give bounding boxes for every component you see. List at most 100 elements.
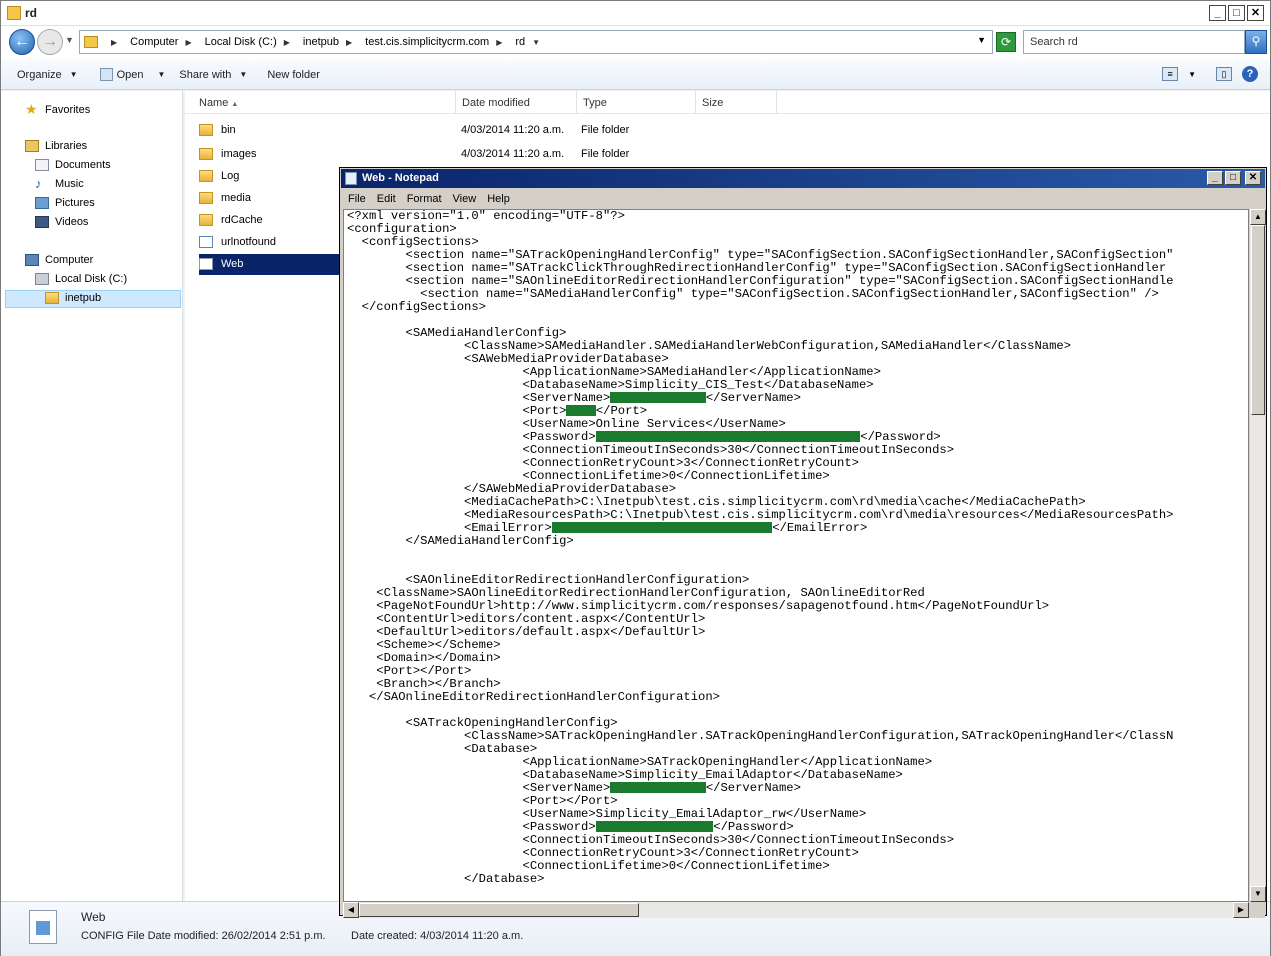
notepad-maximize-button[interactable]: □ [1225,171,1241,185]
notepad-title: Web - Notepad [362,172,439,184]
scroll-left-icon[interactable]: ◀ [343,902,359,918]
scroll-up-icon[interactable]: ▲ [1250,209,1266,225]
navigation-pane: ★ Favorites Libraries Documents ♪ Music Pi… [1,91,183,901]
horizontal-scroll-thumb[interactable] [359,903,639,917]
breadcrumb-rd[interactable]: rd ▼ [515,36,547,48]
folder-icon [7,6,21,20]
nav-videos[interactable]: Videos [35,216,88,228]
redaction-bar [610,782,706,794]
history-dropdown-icon[interactable]: ▼ [65,35,74,45]
scroll-right-icon[interactable]: ▶ [1233,902,1249,918]
folder-icon [199,124,213,136]
explorer-titlebar: rd _ □ ✕ [1,1,1270,26]
star-icon: ★ [25,101,38,117]
share-with-button[interactable]: Share with ▼ [179,69,247,81]
menu-file[interactable]: File [348,193,366,205]
breadcrumb-inetpub[interactable]: inetpub ▶ [303,36,359,48]
nav-music[interactable]: ♪ Music [35,177,84,190]
preview-pane-icon[interactable]: ▯ [1216,67,1232,81]
help-icon[interactable]: ? [1242,66,1258,82]
refresh-icon[interactable]: ⟳ [996,32,1016,52]
file-row[interactable]: images 4/03/2014 11:20 a.m. File folder [199,144,629,164]
vertical-scrollbar[interactable]: ▲ ▼ [1249,209,1266,902]
minimize-button[interactable]: _ [1209,5,1226,21]
nav-documents[interactable]: Documents [35,159,111,171]
notepad-minimize-button[interactable]: _ [1207,171,1223,185]
address-bar[interactable]: ▶ Computer ▶ Local Disk (C:) ▶ inetpub ▶ te… [79,30,993,54]
scroll-down-icon[interactable]: ▼ [1250,886,1266,902]
command-bar: Organize ▼ Open ▼ Share with ▼ New folder ≡… [1,60,1270,90]
details-file-name: Web [81,910,106,924]
view-dropdown-icon[interactable]: ▼ [1188,70,1196,79]
menu-view[interactable]: View [453,193,477,205]
breadcrumb-site[interactable]: test.cis.simplicitycrm.com ▶ [365,36,509,48]
redaction-bar [595,431,861,443]
view-options-icon[interactable]: ≡ [1162,67,1179,81]
breadcrumb-computer[interactable]: Computer ▶ [130,36,198,48]
breadcrumb-arrow[interactable]: ▶ [104,38,124,47]
file-row[interactable]: rdCache [199,210,263,230]
file-row-selected[interactable]: Web [199,254,243,274]
redaction-bar [610,392,706,404]
notepad-icon [345,172,357,185]
column-type[interactable]: Type [577,91,696,113]
new-folder-button[interactable]: New folder [267,69,320,81]
nav-local-disk[interactable]: Local Disk (C:) [35,273,127,285]
documents-icon [35,159,49,171]
search-icon[interactable]: ⚲ [1245,30,1267,54]
header-divider [185,113,1270,114]
window-controls: _ □ ✕ [1209,5,1264,21]
window-title: rd [25,6,37,20]
nav-inetpub[interactable]: inetpub [45,292,101,304]
file-row[interactable]: bin 4/03/2014 11:20 a.m. File folder [199,120,629,140]
menu-format[interactable]: Format [407,193,442,205]
menu-help[interactable]: Help [487,193,510,205]
open-button[interactable]: Open ▼ [99,68,165,81]
search-input[interactable]: Search rd [1023,30,1245,54]
details-date-created: Date created: 4/03/2014 11:20 a.m. [351,930,524,942]
address-dropdown-icon[interactable]: ▼ [977,35,986,45]
vertical-scroll-thumb[interactable] [1251,225,1265,415]
folder-icon [199,148,213,160]
config-file-icon [29,910,57,944]
notepad-line: </SAOnlineEditorRedirectionHandlerConfig… [347,690,720,704]
file-row[interactable]: urlnotfound [199,232,276,252]
nav-pictures[interactable]: Pictures [35,197,95,209]
folder-icon [199,170,213,182]
file-row[interactable]: media [199,188,251,208]
config-file-icon [199,258,213,270]
notepad-line: <configuration> [347,222,457,236]
column-name[interactable]: Name ▲ [193,91,456,113]
computer-icon [25,254,39,266]
folder-icon [199,192,213,204]
notepad-text-area[interactable]: <?xml version="1.0" encoding="UTF-8"?> <c… [343,209,1249,902]
redaction-bar [595,821,714,833]
notepad-menubar: File Edit Format View Help [341,189,1265,208]
close-button[interactable]: ✕ [1247,5,1264,21]
nav-computer[interactable]: Computer [25,254,93,266]
notepad-window-controls: _ □ ✕ [1207,171,1261,185]
column-date-modified[interactable]: Date modified [456,91,577,113]
notepad-window: Web - Notepad _ □ ✕ File Edit Format Vie… [339,167,1267,918]
breadcrumb-local-disk[interactable]: Local Disk (C:) ▶ [205,36,297,48]
videos-icon [35,216,49,228]
notepad-line: </Database> [347,872,545,886]
notepad-close-button[interactable]: ✕ [1245,171,1261,185]
file-row[interactable]: Log [199,166,239,186]
back-button[interactable]: ← [9,29,35,55]
maximize-button[interactable]: □ [1228,5,1245,21]
nav-favorites[interactable]: ★ Favorites [25,101,90,118]
forward-button[interactable]: → [37,29,63,55]
organize-button[interactable]: Organize ▼ [17,69,78,81]
column-size[interactable]: Size [696,91,777,113]
folder-icon [45,292,59,304]
notepad-line: <?xml version="1.0" encoding="UTF-8"?> [347,209,625,223]
folder-icon [199,214,213,226]
nav-libraries[interactable]: Libraries [25,140,87,152]
open-icon [99,68,113,81]
horizontal-scrollbar[interactable]: ◀ ▶ [343,902,1249,918]
scrollbar-corner [1249,902,1265,918]
notepad-line: </configSections> [347,300,486,314]
url-file-icon [199,236,213,248]
menu-edit[interactable]: Edit [377,193,396,205]
